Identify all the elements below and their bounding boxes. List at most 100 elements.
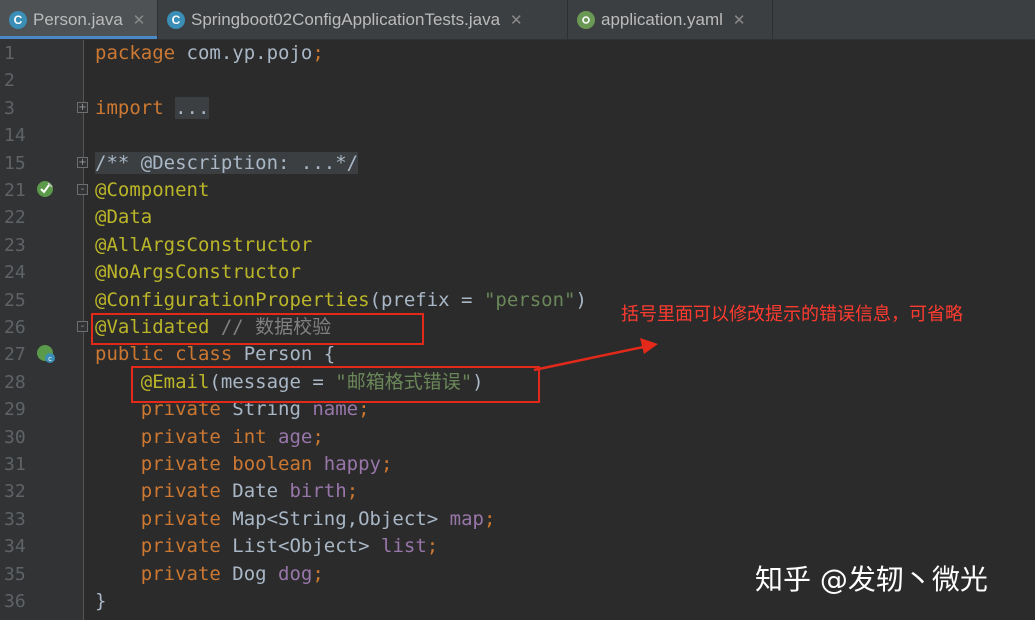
code-line[interactable]: 32 private Date birth; [0, 478, 1035, 505]
code-line[interactable]: 34 private List<Object> list; [0, 533, 1035, 560]
line-number: 33 [4, 508, 26, 530]
close-icon[interactable]: ✕ [133, 11, 146, 29]
code-token: ; [381, 453, 393, 475]
spring-bean-check-icon[interactable] [36, 179, 56, 199]
line-number: 28 [4, 371, 26, 393]
code-token: private [140, 480, 233, 503]
line-number: 2 [4, 70, 15, 92]
spring-bean-class-icon[interactable]: c [36, 344, 56, 364]
code-token: public class [95, 343, 244, 366]
code-text: private Date birth; [95, 478, 358, 505]
line-number: 34 [4, 536, 26, 558]
code-token: @Component [95, 179, 210, 201]
code-token: Map<String,Object> [232, 507, 450, 530]
line-number: 31 [4, 454, 26, 475]
code-token: List<Object> [232, 535, 381, 558]
code-line[interactable]: 21 - @Component [0, 177, 1035, 204]
code-token: age [278, 425, 313, 448]
tab-label: Person.java [33, 9, 123, 29]
code-line[interactable]: 27 public class Person { [0, 341, 1035, 368]
line-number: 14 [4, 125, 26, 147]
line-number: 25 [4, 289, 26, 311]
code-token: import [95, 96, 176, 119]
line-number: 3 [4, 97, 15, 119]
code-token: map [449, 507, 484, 530]
code-token: list [381, 535, 427, 558]
expand-fold-icon[interactable]: + [77, 101, 88, 113]
line-number: 26 [4, 317, 26, 338]
editor-tab-bar: C Person.java ✕ C Springboot02ConfigAppl… [0, 0, 1035, 40]
code-text: private boolean happy; [95, 451, 393, 478]
code-token: ; [346, 480, 359, 503]
code-text: @NoArgsConstructor [95, 259, 301, 286]
spring-leaf-icon [577, 10, 595, 29]
expand-fold-icon[interactable]: + [77, 156, 88, 168]
zhihu-watermark: 知乎 @发轫丶微光 [755, 563, 988, 596]
code-token: ) [575, 288, 587, 311]
line-number: 24 [4, 262, 26, 284]
collapse-fold-icon[interactable]: - [77, 184, 88, 195]
code-text: private Map<String,Object> map; [95, 506, 496, 533]
code-token: ; [312, 425, 324, 448]
code-line[interactable]: 2 [0, 67, 1035, 94]
line-number: 32 [4, 481, 26, 503]
code-token: ... [175, 96, 210, 119]
code-token: happy [323, 453, 381, 475]
close-icon[interactable]: ✕ [733, 11, 746, 29]
code-line[interactable]: 30 private int age; [0, 424, 1035, 451]
tab-person-java[interactable]: C Person.java ✕ [0, 0, 158, 39]
code-line[interactable]: 3 + import ... [0, 95, 1035, 122]
code-text: @ConfigurationProperties(prefix = "perso… [95, 287, 587, 314]
line-number: 21 [4, 180, 26, 201]
code-token: @ConfigurationProperties [95, 288, 370, 311]
code-token: private [140, 535, 233, 558]
code-line[interactable]: 31 private boolean happy; [0, 451, 1035, 478]
code-text: private int age; [95, 424, 324, 451]
code-text: /** @Description: ...*/ [95, 150, 359, 177]
tab-springboot-tests[interactable]: C Springboot02ConfigApplicationTests.jav… [158, 0, 568, 39]
code-token: "person" [483, 288, 576, 311]
code-line[interactable]: 24 @NoArgsConstructor [0, 259, 1035, 286]
code-line[interactable]: 1 package com.yp.pojo; [0, 40, 1035, 67]
code-token: } [95, 590, 107, 612]
code-token: (prefix = [369, 288, 484, 311]
code-text: } [95, 588, 106, 615]
line-number: 15 [4, 152, 26, 174]
line-number: 36 [4, 591, 26, 612]
code-token: Date [232, 480, 290, 503]
line-number: 30 [4, 426, 26, 448]
code-token: private [140, 507, 233, 530]
collapse-fold-icon[interactable]: - [77, 321, 88, 332]
code-token: @AllArgsConstructor [95, 233, 313, 256]
code-token: ; [312, 562, 324, 585]
tab-application-yaml[interactable]: application.yaml ✕ [568, 0, 773, 39]
code-line[interactable]: 14 [0, 122, 1035, 149]
class-c-icon: C [9, 10, 27, 29]
code-line[interactable]: 22 @Data [0, 204, 1035, 231]
code-line[interactable]: 33 private Map<String,Object> map; [0, 506, 1035, 533]
code-token: private [140, 562, 233, 585]
code-token: dog [278, 562, 313, 585]
code-text: @AllArgsConstructor [95, 232, 312, 259]
code-text: @Component [95, 177, 209, 204]
tab-label: application.yaml [601, 9, 723, 29]
code-token: @NoArgsConstructor [95, 261, 301, 284]
code-line[interactable]: 15 + /** @Description: ...*/ [0, 150, 1035, 177]
close-icon[interactable]: ✕ [510, 11, 523, 29]
tab-label: Springboot02ConfigApplicationTests.java [191, 9, 501, 29]
line-number: 35 [4, 563, 26, 585]
highlight-box-validated [91, 313, 424, 345]
test-class-icon: C [167, 10, 185, 29]
code-token: ; [426, 535, 439, 558]
code-line[interactable]: 23 @AllArgsConstructor [0, 232, 1035, 259]
line-number: 29 [4, 399, 26, 421]
annotation-arrow [533, 338, 658, 372]
code-token: private boolean [140, 453, 324, 475]
code-text: import ... [95, 95, 210, 122]
line-number: 27 [4, 344, 26, 366]
